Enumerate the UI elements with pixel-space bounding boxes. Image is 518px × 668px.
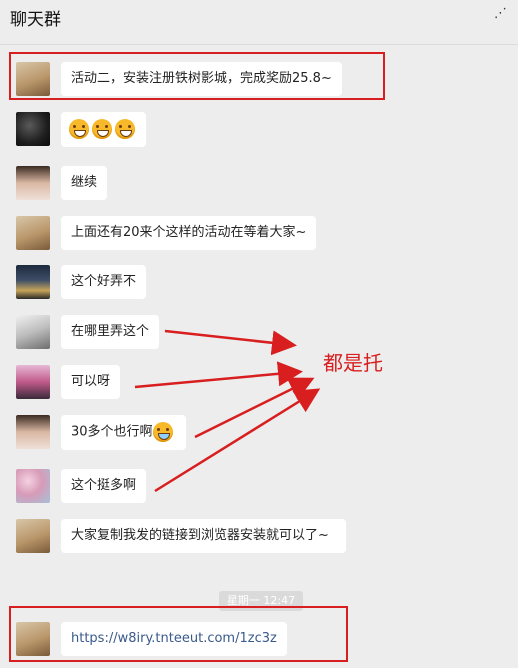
arrow-line <box>134 361 303 389</box>
annotation-label: 都是托 <box>323 351 383 375</box>
annotation-arrows <box>134 329 321 493</box>
arrow-line <box>194 377 315 439</box>
arrow-line <box>154 388 321 493</box>
arrow-line <box>164 329 297 356</box>
